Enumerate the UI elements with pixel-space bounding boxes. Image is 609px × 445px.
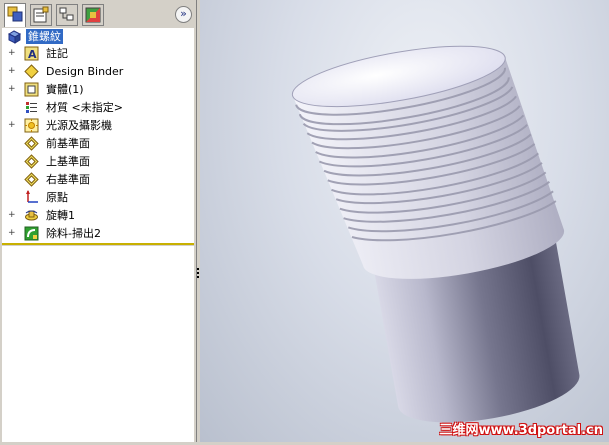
tree-item-right-plane[interactable]: 右基準面 (2, 171, 194, 188)
tree-item-label: 材質 <未指定> (46, 101, 123, 114)
tree-item-label: 旋轉1 (46, 209, 75, 222)
tree-item-design-binder[interactable]: + Design Binder (2, 63, 194, 80)
tree-item-label: 除料-掃出2 (46, 227, 101, 240)
tree-item-front-plane[interactable]: 前基準面 (2, 135, 194, 152)
tree-item-top-plane[interactable]: 上基準面 (2, 153, 194, 170)
graphics-viewport[interactable]: 三维网www.3dportal.cn (200, 0, 609, 442)
plane-icon (24, 172, 39, 187)
tree-item-label: 光源及攝影機 (46, 119, 112, 132)
tree-item-annotations[interactable]: + A 註記 (2, 45, 194, 62)
property-manager-icon (33, 6, 49, 23)
tab-configuration-manager[interactable] (56, 4, 78, 26)
feature-tree-empty-area (2, 246, 194, 442)
feature-manager-panel: » 錐螺紋 + A 註記 + Design Binder + 實體(1) 材質 … (0, 0, 197, 442)
part-icon (7, 29, 22, 44)
plane-icon (24, 136, 39, 151)
chevron-double-right-icon: » (180, 7, 187, 20)
tree-item-label: 上基準面 (46, 155, 90, 168)
tree-item-label: Design Binder (46, 65, 124, 78)
tree-item-label: 實體(1) (46, 83, 84, 96)
expand-panel-button[interactable]: » (175, 6, 192, 23)
display-manager-icon (85, 7, 101, 23)
annotations-icon: A (24, 46, 39, 61)
expand-plus-icon[interactable]: + (8, 211, 16, 220)
feature-manager-icon (7, 6, 23, 22)
material-icon (24, 100, 39, 115)
panel-tab-bar: » (0, 0, 196, 28)
configuration-manager-icon (59, 7, 74, 21)
tab-property-manager[interactable] (30, 4, 52, 26)
tree-item-label: 原點 (46, 191, 68, 204)
tree-item-lights-cameras[interactable]: + 光源及攝影機 (2, 117, 194, 134)
watermark-text: 三维网www.3dportal.cn (439, 423, 603, 438)
tree-item-revolve1[interactable]: + 旋轉1 (2, 207, 194, 224)
expand-plus-icon[interactable]: + (8, 67, 16, 76)
svg-text:A: A (28, 48, 37, 61)
tree-item-material[interactable]: 材質 <未指定> (2, 99, 194, 116)
plane-icon (24, 154, 39, 169)
tab-feature-manager[interactable] (4, 3, 26, 27)
expand-plus-icon[interactable]: + (8, 121, 16, 130)
tree-item-label: 右基準面 (46, 173, 90, 186)
origin-icon (24, 190, 39, 205)
lights-cameras-icon (24, 118, 39, 133)
tree-item-label: 前基準面 (46, 137, 90, 150)
design-binder-icon (24, 64, 39, 79)
tree-root-part[interactable]: 錐螺紋 (2, 28, 194, 45)
expand-plus-icon[interactable]: + (8, 49, 16, 58)
revolve-icon (24, 208, 39, 223)
rollback-bar[interactable] (2, 243, 194, 245)
tree-item-label: 註記 (46, 47, 68, 60)
tapered-thread-part-model (291, 45, 580, 423)
swept-cut-icon (24, 226, 39, 241)
solid-bodies-icon (24, 82, 39, 97)
expand-plus-icon[interactable]: + (8, 229, 16, 238)
tab-display-manager[interactable] (82, 4, 104, 26)
tree-item-origin[interactable]: 原點 (2, 189, 194, 206)
expand-plus-icon[interactable]: + (8, 85, 16, 94)
feature-tree: 錐螺紋 + A 註記 + Design Binder + 實體(1) 材質 <未… (2, 28, 194, 244)
tree-root-label: 錐螺紋 (26, 29, 63, 44)
tree-item-solid-bodies[interactable]: + 實體(1) (2, 81, 194, 98)
tree-item-swept-cut2[interactable]: + 除料-掃出2 (2, 225, 194, 242)
